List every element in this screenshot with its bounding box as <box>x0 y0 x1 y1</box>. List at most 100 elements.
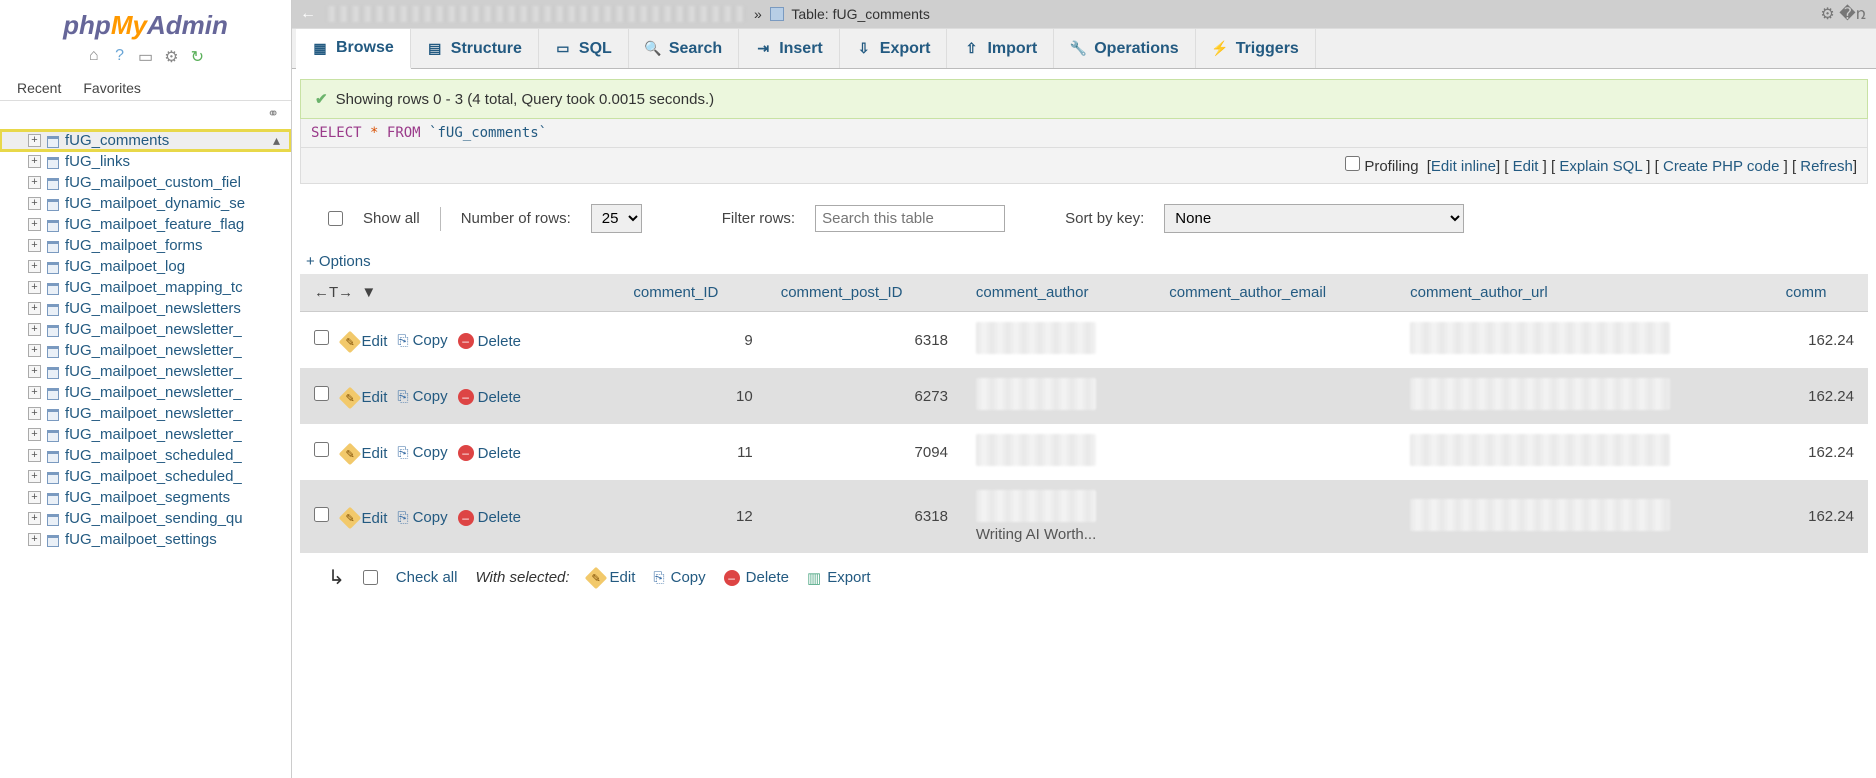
expand-icon[interactable]: + <box>28 365 41 378</box>
numrows-select[interactable]: 25 <box>591 204 642 233</box>
expand-icon[interactable]: + <box>28 176 41 189</box>
tab-export[interactable]: ⇩Export <box>840 29 948 68</box>
sort-select[interactable]: None <box>1164 204 1464 233</box>
copy-button[interactable]: ⎘Copy <box>397 332 447 349</box>
breadcrumb[interactable]: » Table: fUG_comments <box>754 6 930 22</box>
delete-button[interactable]: –Delete <box>458 389 521 406</box>
tab-import[interactable]: ⇧Import <box>947 29 1054 68</box>
create-php-link[interactable]: Create PHP code <box>1663 158 1779 175</box>
tab-browse[interactable]: ▦Browse <box>296 29 411 69</box>
delete-button[interactable]: –Delete <box>458 445 521 462</box>
col-comment-author-email[interactable]: comment_author_email <box>1155 274 1396 312</box>
row-checkbox[interactable] <box>314 442 329 457</box>
home-icon[interactable]: ⌂ <box>85 47 103 65</box>
bulk-delete[interactable]: –Delete <box>724 569 789 586</box>
edit-link[interactable]: Edit <box>1513 158 1539 175</box>
edit-button[interactable]: ✎Edit <box>342 445 388 462</box>
copy-button[interactable]: ⎘Copy <box>397 388 447 405</box>
check-all-link[interactable]: Check all <box>396 569 458 586</box>
chevron-down-icon[interactable]: ▼ <box>361 284 376 301</box>
expand-icon[interactable]: + <box>28 155 41 168</box>
delete-button[interactable]: –Delete <box>458 333 521 350</box>
refresh-link[interactable]: Refresh <box>1800 158 1853 175</box>
show-all-checkbox[interactable] <box>328 211 343 226</box>
scroll-up-icon[interactable]: ▴ <box>273 132 287 149</box>
sidebar-item-1[interactable]: +fUG_links <box>0 151 291 172</box>
sidebar-item-16[interactable]: +fUG_mailpoet_scheduled_ <box>0 466 291 487</box>
refresh-icon[interactable]: ↻ <box>188 47 206 65</box>
edit-button[interactable]: ✎Edit <box>342 389 388 406</box>
gear-icon[interactable]: ⚙ <box>162 47 180 65</box>
expand-icon[interactable]: + <box>28 407 41 420</box>
expand-icon[interactable]: + <box>28 533 41 546</box>
edit-button[interactable]: ✎Edit <box>342 333 388 350</box>
sql-icon[interactable]: ▭ <box>137 47 155 65</box>
sidebar-item-19[interactable]: +fUG_mailpoet_settings <box>0 529 291 550</box>
edit-inline-link[interactable]: Edit inline <box>1431 158 1496 175</box>
sidebar-item-17[interactable]: +fUG_mailpoet_segments <box>0 487 291 508</box>
sidebar-item-12[interactable]: +fUG_mailpoet_newsletter_ <box>0 382 291 403</box>
delete-button[interactable]: –Delete <box>458 509 521 526</box>
copy-button[interactable]: ⎘Copy <box>397 444 447 461</box>
expand-icon[interactable]: + <box>28 428 41 441</box>
tab-favorites[interactable]: Favorites <box>72 75 152 100</box>
copy-button[interactable]: ⎘Copy <box>397 509 447 526</box>
col-comment-post-id[interactable]: comment_post_ID <box>767 274 962 312</box>
link-icon[interactable]: ⚭ <box>0 101 291 126</box>
row-checkbox[interactable] <box>314 330 329 345</box>
sidebar-item-18[interactable]: +fUG_mailpoet_sending_qu <box>0 508 291 529</box>
logo[interactable]: phpMyAdmin <box>0 0 291 45</box>
col-comment-author-url[interactable]: comment_author_url <box>1396 274 1771 312</box>
sidebar-item-10[interactable]: +fUG_mailpoet_newsletter_ <box>0 340 291 361</box>
tab-operations[interactable]: 🔧Operations <box>1054 29 1195 68</box>
sidebar-item-6[interactable]: +fUG_mailpoet_log <box>0 256 291 277</box>
expand-icon[interactable]: + <box>28 491 41 504</box>
page-settings-icon[interactable]: ⚙ �ռ <box>1820 4 1866 24</box>
tab-structure[interactable]: ▤Structure <box>411 29 539 68</box>
tab-search[interactable]: 🔍Search <box>629 29 739 68</box>
expand-icon[interactable]: + <box>28 512 41 525</box>
row-checkbox[interactable] <box>314 507 329 522</box>
expand-icon[interactable]: + <box>28 197 41 210</box>
expand-icon[interactable]: + <box>28 323 41 336</box>
sidebar-item-8[interactable]: +fUG_mailpoet_newsletters <box>0 298 291 319</box>
sidebar-item-5[interactable]: +fUG_mailpoet_forms <box>0 235 291 256</box>
tab-recent[interactable]: Recent <box>6 75 72 100</box>
sidebar-item-7[interactable]: +fUG_mailpoet_mapping_tc <box>0 277 291 298</box>
bulk-export[interactable]: ▥Export <box>807 569 871 587</box>
expand-icon[interactable]: + <box>28 281 41 294</box>
tab-insert[interactable]: ⇥Insert <box>739 29 840 68</box>
bulk-copy[interactable]: ⎘Copy <box>653 569 705 586</box>
expand-icon[interactable]: + <box>28 218 41 231</box>
sidebar-item-13[interactable]: +fUG_mailpoet_newsletter_ <box>0 403 291 424</box>
bulk-edit[interactable]: ✎Edit <box>588 569 636 586</box>
profiling-checkbox[interactable] <box>1345 156 1360 171</box>
tab-triggers[interactable]: ⚡Triggers <box>1196 29 1316 68</box>
expand-icon[interactable]: + <box>28 470 41 483</box>
expand-icon[interactable]: + <box>28 239 41 252</box>
col-comm[interactable]: comm <box>1772 274 1868 312</box>
sidebar-item-0[interactable]: +fUG_comments <box>0 130 291 151</box>
tab-sql[interactable]: ▭SQL <box>539 29 629 68</box>
col-comment-author[interactable]: comment_author <box>962 274 1155 312</box>
help-icon[interactable]: ? <box>111 47 129 65</box>
edit-button[interactable]: ✎Edit <box>342 510 388 527</box>
sidebar-item-14[interactable]: +fUG_mailpoet_newsletter_ <box>0 424 291 445</box>
expand-icon[interactable]: + <box>28 134 41 147</box>
sidebar-item-9[interactable]: +fUG_mailpoet_newsletter_ <box>0 319 291 340</box>
expand-icon[interactable]: + <box>28 302 41 315</box>
check-all-checkbox[interactable] <box>363 570 378 585</box>
sidebar-item-15[interactable]: +fUG_mailpoet_scheduled_ <box>0 445 291 466</box>
sidebar-item-4[interactable]: +fUG_mailpoet_feature_flag <box>0 214 291 235</box>
expand-icon[interactable]: + <box>28 260 41 273</box>
col-comment-id[interactable]: comment_ID <box>619 274 766 312</box>
explain-link[interactable]: Explain SQL <box>1559 158 1642 175</box>
expand-icon[interactable]: + <box>28 344 41 357</box>
row-checkbox[interactable] <box>314 386 329 401</box>
sidebar-item-11[interactable]: +fUG_mailpoet_newsletter_ <box>0 361 291 382</box>
sidebar-item-3[interactable]: +fUG_mailpoet_dynamic_se <box>0 193 291 214</box>
expand-icon[interactable]: + <box>28 449 41 462</box>
options-link[interactable]: + Options <box>300 253 1868 274</box>
expand-icon[interactable]: + <box>28 386 41 399</box>
collapse-icon[interactable]: ← <box>300 5 316 23</box>
